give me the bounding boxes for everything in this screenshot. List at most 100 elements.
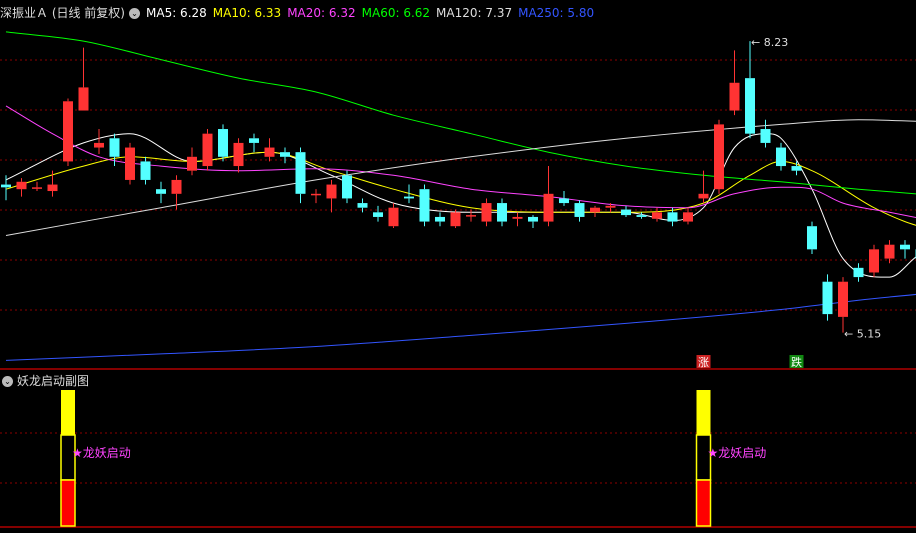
- candle: [900, 240, 910, 259]
- candle: [264, 138, 275, 162]
- candle: [760, 119, 771, 148]
- candle: [822, 274, 833, 321]
- candle-body: [280, 152, 290, 157]
- candle-body: [140, 161, 151, 180]
- candle-body: [326, 184, 337, 199]
- candle-body: [528, 216, 538, 222]
- candle: [512, 212, 523, 227]
- ma10-label: MA10: 6.33: [212, 6, 282, 20]
- max-price-label: ← 8.23: [751, 36, 788, 49]
- candle-body: [667, 212, 678, 222]
- candle: [574, 200, 585, 222]
- candle-body: [884, 244, 895, 259]
- candle-body: [125, 147, 135, 180]
- min-price-label: ← 5.15: [844, 328, 881, 341]
- candle: [63, 98, 73, 167]
- candle-body: [574, 203, 585, 217]
- candle-body: [636, 215, 647, 217]
- candle: [404, 184, 414, 204]
- candle-body: [94, 142, 104, 148]
- candle: [125, 142, 135, 185]
- candle: [528, 215, 538, 229]
- candle-body: [698, 193, 709, 199]
- candle-body: [776, 147, 786, 167]
- candle-body: [559, 198, 569, 204]
- candle: [869, 244, 879, 278]
- signal-bar: ★龙妖启动: [60, 390, 131, 527]
- candle-body: [435, 216, 445, 222]
- ma250-label: MA250: 5.80: [518, 6, 595, 20]
- candle-body: [760, 129, 771, 143]
- signal-label: ★龙妖启动: [72, 446, 131, 460]
- candle-body: [16, 181, 27, 190]
- candle-body: [807, 226, 817, 250]
- candle: [559, 191, 569, 206]
- candle: [838, 277, 848, 333]
- candle-body: [249, 138, 259, 143]
- candle: [94, 129, 104, 155]
- candle: [621, 205, 631, 217]
- kline-chart[interactable]: ← 8.23 ← 5.15 涨 跌 ★龙妖启动 ★龙妖启动: [0, 0, 916, 533]
- ma120-label: MA120: 7.37: [436, 6, 513, 20]
- candle-body: [233, 142, 244, 167]
- candle-body: [481, 203, 492, 222]
- candle-body: [590, 207, 600, 213]
- chart-annotations: ← 8.23 ← 5.15 涨 跌: [696, 36, 881, 369]
- candle-body: [295, 152, 306, 194]
- candle: [450, 209, 461, 229]
- candle-body: [32, 187, 42, 189]
- candle-body: [543, 193, 554, 222]
- candle-body: [621, 209, 631, 216]
- signal-badge-text: 跌: [791, 355, 802, 369]
- candle-body: [497, 203, 507, 222]
- candle: [388, 203, 399, 229]
- candle: [78, 47, 89, 111]
- candle: [187, 147, 197, 176]
- grid-lines: [0, 59, 916, 528]
- candle-body: [373, 212, 383, 217]
- candle-body: [202, 133, 213, 167]
- ma5-label: MA5: 6.28: [146, 6, 207, 20]
- candle-body: [838, 281, 848, 317]
- candle-body: [729, 82, 740, 111]
- candle-body: [1, 184, 11, 188]
- candle: [342, 170, 352, 204]
- candle-body: [187, 156, 197, 171]
- signal-bar-bottom: [60, 479, 76, 527]
- ma-line-ma250: [5, 293, 916, 361]
- candle: [47, 170, 58, 197]
- candle-body: [419, 189, 430, 222]
- candle-body: [171, 179, 182, 194]
- candle-body: [404, 196, 414, 199]
- subchart-header: ⌄ 妖龙启动副图: [2, 372, 89, 389]
- candle: [140, 156, 151, 185]
- candle: [233, 138, 244, 173]
- chevron-down-icon[interactable]: ⌄: [2, 376, 13, 387]
- candle: [481, 198, 492, 227]
- candle-body: [745, 78, 755, 134]
- signal-bar: ★龙妖启动: [695, 390, 767, 527]
- signal-bar-bottom: [695, 479, 712, 527]
- candle: [16, 178, 27, 197]
- candle-body: [466, 215, 476, 217]
- candle: [311, 189, 321, 204]
- candle-body: [652, 212, 662, 219]
- signal-label: ★龙妖启动: [708, 446, 767, 460]
- candle-body: [264, 147, 275, 157]
- candle: [32, 181, 42, 192]
- candle-body: [791, 166, 802, 171]
- subchart-title[interactable]: 妖龙启动副图: [17, 374, 89, 388]
- moving-average-lines: [5, 31, 916, 361]
- candle-body: [714, 124, 724, 190]
- stock-title[interactable]: 深振业Ａ (日线 前复权): [0, 6, 125, 20]
- candle: [280, 147, 290, 164]
- candle-body: [605, 205, 616, 208]
- candle-body: [512, 216, 523, 219]
- signal-bar-top: [696, 390, 711, 435]
- candle: [590, 205, 600, 217]
- chevron-down-icon[interactable]: ⌄: [129, 8, 140, 19]
- signal-bar-top: [61, 390, 75, 435]
- signal-badge-text: 涨: [698, 356, 709, 369]
- ma20-label: MA20: 6.32: [287, 6, 356, 20]
- subchart-signals: ★龙妖启动 ★龙妖启动: [60, 390, 767, 527]
